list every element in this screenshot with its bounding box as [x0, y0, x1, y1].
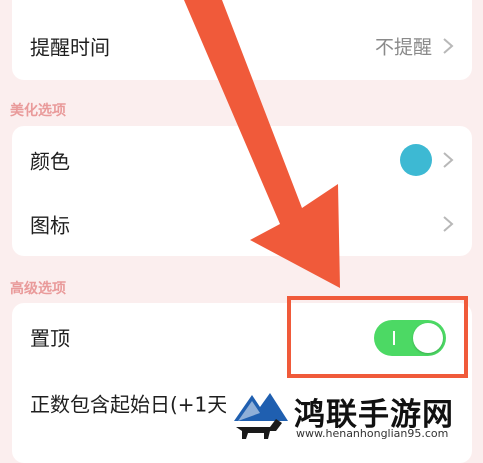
watermark-url: www.henanhonglian95.com	[296, 427, 449, 440]
horse-logo-icon	[234, 393, 288, 439]
annotation-arrow	[184, 0, 340, 288]
watermark: 鸿联手游网 www.henanhonglian95.com	[226, 383, 472, 445]
